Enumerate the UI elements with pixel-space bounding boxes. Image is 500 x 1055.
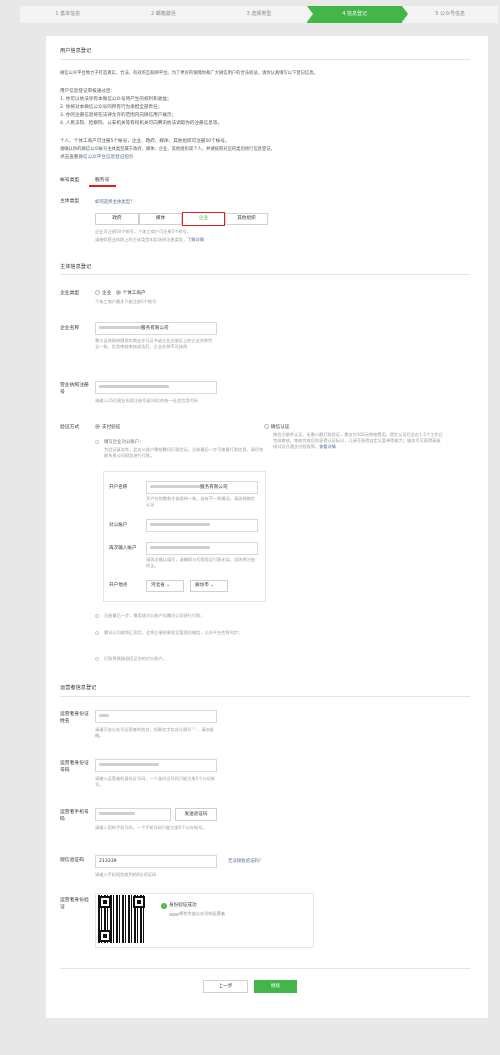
operator-phone-label: 运营者手机号码 (60, 810, 89, 822)
operator-phone-hint: 请输入您的手机号码，一个手机号码只能注册5个公众帐号。 (95, 825, 207, 830)
step-dot-4 (95, 657, 99, 661)
license-no-hint: 请输入15位营业执照注册号或18位的统一社会信用代码 (95, 398, 198, 403)
account-no-label: 对公账户 (109, 523, 128, 528)
sms-code-input[interactable]: 213339 (95, 855, 217, 868)
chevron-down-icon: ⌄ (166, 583, 171, 588)
divider (60, 274, 470, 275)
guide-link[interactable]: 微信公众平台信息登记指引 (78, 155, 133, 160)
operator-phone-input[interactable] (95, 808, 171, 821)
after-review-title: 用户信息登记审核通过后： (60, 89, 116, 94)
company-name-input[interactable]: 服务有限公司 (95, 322, 217, 335)
guide-line: 点击查看微信公众平台信息登记指引 (60, 154, 134, 160)
company-type-label: 企业类型 (60, 291, 80, 296)
divider (60, 968, 470, 969)
verify-method-label: 验证方式 (60, 425, 80, 430)
verify-success-text: 身份验证成功 (169, 903, 197, 908)
account-type-underline (89, 185, 116, 187)
intro-text: 微信公众平台致力于打造真实、合法、有效的互联网平台。为了更好的保障你和广大微信用… (60, 71, 318, 76)
divider (60, 59, 470, 60)
step-1: 1 基本信息 (20, 6, 122, 23)
step-dot-3 (95, 631, 99, 635)
account-name-label: 开户名称 (109, 485, 128, 490)
operator-info-title: 运营者信息登记 (60, 685, 97, 691)
city-select[interactable]: 廊坊市 ⌄ (190, 580, 228, 592)
chevron-down-icon: ⌄ (210, 583, 215, 588)
operator-id-hint: 请输入运营者的身份证号码，一个身份证号码只能注册5个公众帐号。 (95, 776, 215, 787)
subject-type-label: 主体类型 (60, 199, 80, 204)
operator-name-input[interactable] (95, 710, 217, 723)
account-name-input[interactable]: 服务有限公司 (146, 481, 258, 494)
company-type-hint: 个体工商户最多只能注册5个帐号 (95, 299, 157, 304)
reenter-hint: 请再次确认填写，请确保与打款验证打款无误，否则将注册终止。 (146, 557, 255, 568)
license-no-input[interactable] (95, 381, 217, 394)
pay-step4: 打款将原路退回至你的对公账户。 (104, 656, 167, 661)
operator-name-label: 运营者身份证姓名 (60, 712, 89, 724)
continue-button[interactable]: 继续 (254, 980, 297, 993)
operator-id-label: 运营者身份证号码 (60, 761, 89, 773)
wechat-verify-desc: 微信注册并认证，无需小额打款验证，需支付300元审核费用。提交认证后会在1-5个… (273, 432, 443, 449)
subject-option-other[interactable]: 其他组织 (225, 213, 268, 225)
radio-wechat-verify[interactable]: 微信认证 (264, 424, 289, 431)
account-no-input[interactable] (146, 519, 258, 532)
prev-step-button[interactable]: 上一步 (203, 980, 248, 993)
company-name-hint: 需与当地政府颁发的商业许可证书或企业注册证上的企业名称完全一致，信息审核审核成功… (95, 338, 213, 349)
subject-option-government[interactable]: 政府 (95, 213, 139, 225)
reenter-account-label: 再次输入账户 (109, 546, 137, 551)
operator-id-input[interactable] (95, 759, 217, 772)
review-item-3: 3. 你的注册信息将在法律允许的范围内向微信用户展示； (60, 113, 177, 118)
account-name-hint: 开户名称需和主体保持一致，若有不一致情况，请选择微信认证 (146, 496, 255, 507)
pay-step1-title: 填写企业对公账户： (104, 440, 144, 445)
subject-option-media[interactable]: 媒体 (139, 213, 182, 225)
sms-code-label: 短信验证码 (60, 858, 84, 863)
send-code-button[interactable]: 发送验证码 (175, 808, 217, 821)
account-type-value: 服务号 (95, 178, 110, 183)
step-dot-2 (95, 614, 99, 618)
cannot-receive-code-link[interactable]: 无法接收验证码？ (228, 858, 263, 864)
step-dot-1 (95, 440, 99, 444)
radio-pay-verify[interactable]: 支付验证 (95, 424, 120, 431)
radio-individual-business[interactable]: 个体工商户 (115, 290, 146, 296)
qr-code-image (98, 895, 146, 943)
pay-step1-desc: 为验证真实性，此对公账户需给腾讯打款验证。注册最后一步可查看打款信息，请尽快联系… (104, 447, 264, 458)
step-5: 5 公众号信息 (435, 11, 466, 17)
user-info-title: 用户信息登记 (60, 48, 92, 54)
step-4-active: 4 信息登记 (306, 6, 409, 23)
license-no-label: 营业执照注册号 (60, 383, 89, 395)
guide-prefix: 点击查看 (60, 155, 79, 160)
subject-hint-2: 请按照营业执照上的主体类型如实选择注册类型，了解详情 (95, 237, 204, 242)
subject-hint-1: 企业可注册50个帐号，个体工商户可注册5个帐号。 (95, 229, 191, 234)
account-type-label: 帐号类型 (60, 178, 80, 183)
pay-step2: 注册最后一步，需用该对公账户向腾讯公司进行打款； (104, 613, 205, 618)
limit-text: 个人、个体工商户可注册5个帐号，企业、政府、媒体、其他组织可注册50个帐号。 (60, 139, 230, 144)
identity-verify-label: 运营者身份验证 (60, 898, 89, 910)
subject-type-help-link[interactable]: 如何选择主体类型？ (95, 199, 135, 205)
company-type-radios: 企业 个体工商户 (95, 290, 146, 297)
view-details-link[interactable]: 查看详情 (319, 444, 336, 449)
province-select[interactable]: 河北省 ⌄ (146, 580, 184, 592)
operator-name-hint: 请填写该公众号运营者的姓名，如果名字包含分隔号“·”，请勿省略。 (95, 727, 214, 738)
step-3: 3 选择类型 (211, 6, 313, 23)
subject-info-title: 主体信息登记 (60, 264, 92, 270)
step-2: 2 邮箱激活 (116, 6, 218, 23)
reenter-account-input[interactable] (146, 542, 258, 555)
subject-option-enterprise[interactable]: 企业 (182, 212, 225, 226)
progress-steps: 1 基本信息 2 邮箱激活 3 选择类型 4 信息登记 5 公众号信息 (20, 6, 498, 23)
sms-code-hint: 请输入手机短信收到的6位验证码 (95, 872, 157, 877)
review-item-4: 4. 人民法院、检察院、公安机关等有权机关可向腾讯依法调取你的注册信息等。 (60, 121, 223, 126)
pay-step3: 腾讯公司收到汇款后，会将注册结果发至管理员微信，公众平台也将同步； (104, 630, 243, 635)
radio-enterprise[interactable]: 企业 (95, 290, 111, 296)
check-circle-icon: ✓ (161, 903, 167, 909)
review-item-2: 2. 你将对本微信公众号的所有行为承担全部责任； (60, 105, 163, 110)
confirm-text: 请确认你的微信公众帐号主体类型属于政府、媒体、企业、其他组织或个人，并请按照对应… (60, 147, 275, 152)
learn-more-link[interactable]: 了解详情 (187, 237, 204, 242)
bank-place-label: 开户地点 (109, 583, 128, 588)
verify-note: 将作为该公众号的运营者 (169, 911, 225, 917)
review-item-1: 1. 你可以依法享有本微信公众号所产生的权利和收益； (60, 97, 172, 102)
company-name-label: 企业名称 (60, 326, 80, 331)
divider (60, 696, 470, 697)
